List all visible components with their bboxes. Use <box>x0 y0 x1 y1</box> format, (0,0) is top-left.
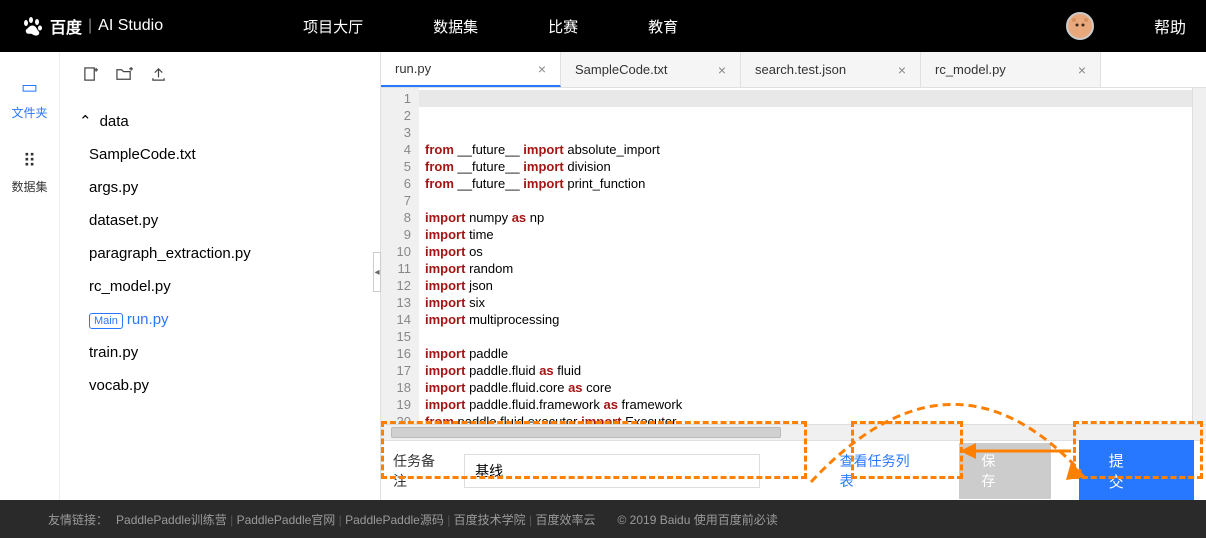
current-line-highlight <box>419 90 1192 107</box>
footer-prefix: 友情链接： <box>48 511 108 528</box>
file-actions <box>75 67 365 86</box>
nav-competition[interactable]: 比赛 <box>548 16 578 37</box>
file-item[interactable]: dataset.py <box>75 204 365 237</box>
folder-data[interactable]: ⌃ data <box>75 104 365 138</box>
task-label: 任务备注 <box>393 451 446 491</box>
editor-tabs: run.py×SampleCode.txt×search.test.json×r… <box>381 52 1206 88</box>
close-icon[interactable]: × <box>718 62 726 78</box>
tab-run.py[interactable]: run.py× <box>381 52 561 87</box>
help-link[interactable]: 帮助 <box>1154 14 1186 38</box>
grid-icon: ⠿ <box>0 151 59 172</box>
top-nav: 项目大厅 数据集 比赛 教育 <box>303 16 678 37</box>
editor-area: ◂ run.py×SampleCode.txt×search.test.json… <box>380 52 1206 500</box>
avatar-icon <box>1070 16 1090 36</box>
file-item[interactable]: paragraph_extraction.py <box>75 237 365 270</box>
code-body[interactable]: from __future__ import absolute_import f… <box>419 88 1192 424</box>
submit-button[interactable]: 提 交 <box>1079 440 1194 502</box>
save-button[interactable]: 保 存 <box>959 443 1050 499</box>
file-item[interactable]: rc_model.py <box>75 270 365 303</box>
user-avatar[interactable] <box>1066 12 1094 40</box>
task-note-input[interactable] <box>464 454 759 488</box>
collapse-handle[interactable]: ◂ <box>373 252 381 292</box>
upload-icon[interactable] <box>151 67 166 86</box>
nav-education[interactable]: 教育 <box>648 16 678 37</box>
brand-text-2: AI Studio <box>98 17 163 35</box>
footer-link[interactable]: PaddlePaddle源码 <box>345 513 444 527</box>
brand-text-1: 百度 <box>50 14 82 38</box>
file-item[interactable]: SampleCode.txt <box>75 138 365 171</box>
top-header: 百度 | AI Studio 项目大厅 数据集 比赛 教育 帮助 <box>0 0 1206 52</box>
baidu-paw-icon <box>20 14 44 38</box>
file-run-py[interactable]: Mainrun.py <box>75 303 365 336</box>
logo[interactable]: 百度 | AI Studio <box>20 14 163 38</box>
tab-SampleCode.txt[interactable]: SampleCode.txt× <box>561 52 741 87</box>
tab-search.test.json[interactable]: search.test.json× <box>741 52 921 87</box>
footer-link[interactable]: 百度效率云 <box>535 513 595 527</box>
bottom-bar: 任务备注 查看任务列表 保 存 提 交 <box>381 440 1206 500</box>
horizontal-scrollbar[interactable] <box>381 424 1206 440</box>
scrollbar-thumb[interactable] <box>391 427 781 438</box>
new-folder-icon[interactable] <box>116 67 133 86</box>
main-area: ▭ 文件夹 ⠿ 数据集 ⌃ data SampleCode.txtargs.py <box>0 52 1206 500</box>
line-gutter: 1 2 3 4 5 6 7 8 9 10 11 12 13 14 15 16 1… <box>381 88 419 424</box>
main-tag: Main <box>89 313 123 329</box>
rail-files[interactable]: ▭ 文件夹 <box>0 77 59 121</box>
close-icon[interactable]: × <box>1078 62 1086 78</box>
file-tree: ⌃ data SampleCode.txtargs.pydataset.pypa… <box>75 104 365 402</box>
file-item[interactable]: train.py <box>75 336 365 369</box>
footer-copyright: © 2019 Baidu 使用百度前必读 <box>618 511 778 528</box>
nav-datasets[interactable]: 数据集 <box>433 16 478 37</box>
file-item[interactable]: args.py <box>75 171 365 204</box>
rail-datasets[interactable]: ⠿ 数据集 <box>0 151 59 195</box>
view-task-list-link[interactable]: 查看任务列表 <box>840 451 920 491</box>
footer-link[interactable]: PaddlePaddle训练营 <box>116 513 227 527</box>
folder-icon: ▭ <box>0 77 59 98</box>
file-panel: ⌃ data SampleCode.txtargs.pydataset.pypa… <box>60 52 380 500</box>
footer-link[interactable]: PaddlePaddle官网 <box>237 513 336 527</box>
close-icon[interactable]: × <box>538 61 546 77</box>
code-editor[interactable]: 1 2 3 4 5 6 7 8 9 10 11 12 13 14 15 16 1… <box>381 88 1206 424</box>
vertical-scrollbar[interactable] <box>1192 88 1206 424</box>
file-item[interactable]: vocab.py <box>75 369 365 402</box>
nav-lobby[interactable]: 项目大厅 <box>303 16 363 37</box>
chevron-down-icon: ⌃ <box>79 112 92 130</box>
close-icon[interactable]: × <box>898 62 906 78</box>
footer: 友情链接： PaddlePaddle训练营 | PaddlePaddle官网 |… <box>0 500 1206 538</box>
footer-link[interactable]: 百度技术学院 <box>454 513 526 527</box>
new-file-icon[interactable] <box>83 67 98 86</box>
tab-rc_model.py[interactable]: rc_model.py× <box>921 52 1101 87</box>
left-rail: ▭ 文件夹 ⠿ 数据集 <box>0 52 60 500</box>
